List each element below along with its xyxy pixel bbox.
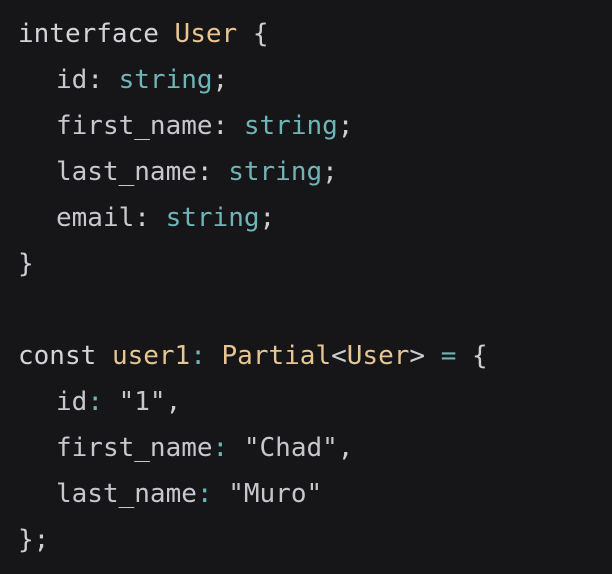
generic-open: < [331,341,347,371]
object-close: }; [18,525,50,555]
field-name: id [56,65,88,95]
generic-arg: User [346,341,410,371]
semicolon: ; [259,203,276,233]
code-line-const-decl: const user1: Partial<User> = { [18,333,612,379]
code-line-value: last_name: "Muro" [18,471,612,517]
close-brace: } [18,249,34,279]
colon: : [196,157,213,187]
semicolon: ; [322,157,338,187]
generic-type-name: Partial [221,341,332,371]
code-line-field: email: string; [18,195,612,241]
property-name: last_name [56,479,197,509]
open-brace: { [252,19,269,49]
semicolon: ; [212,65,229,95]
semicolon: ; [337,111,354,141]
property-name: id [56,387,88,417]
string-value: "1" [118,387,166,417]
field-name: email [56,203,135,233]
colon: : [87,387,103,417]
colon: : [190,341,206,371]
colon: : [134,203,150,233]
code-line-field: first_name: string; [18,103,612,149]
field-name: last_name [56,157,197,187]
code-line-field: last_name: string; [18,149,612,195]
keyword-const: const [18,341,97,371]
colon: : [87,65,103,95]
code-line-value: first_name: "Chad", [18,425,612,471]
comma: , [337,433,354,463]
object-open-brace: { [472,341,488,371]
code-editor: interface User { id: string; first_name:… [0,0,612,574]
code-line-interface-decl: interface User { [18,11,612,57]
field-type: string [118,65,213,95]
string-value: "Chad" [243,433,338,463]
code-line-field: id: string; [18,57,612,103]
field-type: string [165,203,260,233]
colon: : [196,479,213,509]
field-name: first_name [56,111,213,141]
generic-close: > [409,341,426,371]
keyword-interface: interface [18,19,159,49]
comma: , [165,387,182,417]
colon: : [212,433,229,463]
variable-name: user1 [111,341,191,371]
code-line-value: id: "1", [18,379,612,425]
string-value: "Muro" [228,479,323,509]
code-line-object-close: }; [18,517,612,563]
property-name: first_name [56,433,213,463]
code-line-close-brace: } [18,241,612,287]
equals-sign: = [440,341,457,371]
interface-name: User [174,19,238,49]
field-type: string [228,157,323,187]
colon: : [212,111,229,141]
field-type: string [243,111,338,141]
